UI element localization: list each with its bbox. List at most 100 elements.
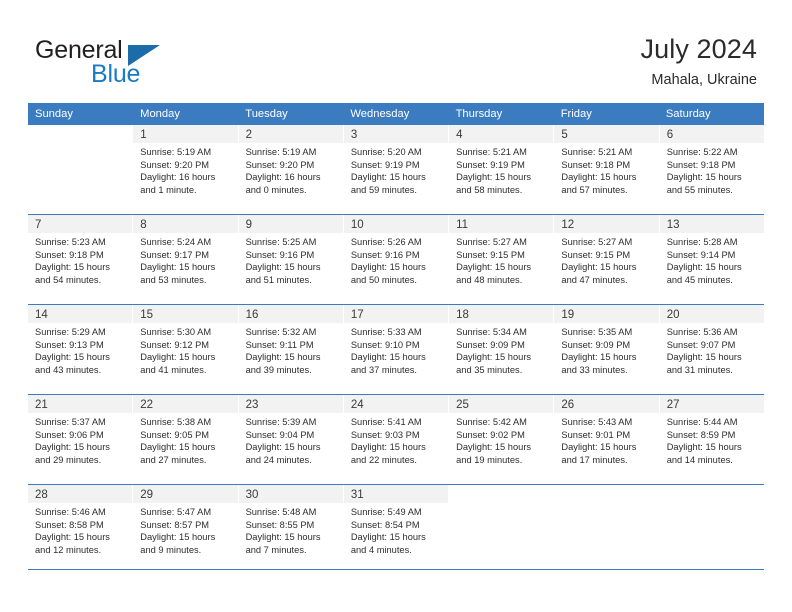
day-number: 16 [245, 309, 259, 321]
day-cell[interactable]: 2 Sunrise: 5:19 AM Sunset: 9:20 PM Dayli… [238, 125, 344, 214]
weekday-header-friday: Friday [560, 108, 592, 120]
day-number: 13 [666, 219, 680, 231]
daylight-text: Daylight: 15 hours and 29 minutes. [35, 442, 110, 465]
day-details: Sunrise: 5:44 AM Sunset: 8:59 PM Dayligh… [660, 413, 764, 466]
day-cell[interactable]: 16 Sunrise: 5:32 AM Sunset: 9:11 PM Dayl… [238, 305, 344, 394]
sunset-text: Sunset: 9:09 PM [561, 339, 631, 350]
sunset-text: Sunset: 9:06 PM [35, 429, 104, 440]
sunset-text: Sunset: 9:18 PM [561, 159, 631, 170]
sunset-text: Sunset: 9:04 PM [245, 429, 315, 440]
day-cell[interactable]: 29 Sunrise: 5:47 AM Sunset: 8:57 PM Dayl… [133, 485, 239, 569]
day-cell[interactable]: 30 Sunrise: 5:48 AM Sunset: 8:55 PM Dayl… [238, 485, 344, 569]
day-cell[interactable]: 15 Sunrise: 5:30 AM Sunset: 9:12 PM Dayl… [133, 305, 239, 394]
day-cell[interactable]: 25 Sunrise: 5:42 AM Sunset: 9:02 PM Dayl… [449, 395, 555, 484]
day-details: Sunrise: 5:27 AM Sunset: 9:15 PM Dayligh… [554, 233, 658, 286]
sunset-text: Sunset: 9:01 PM [561, 429, 631, 440]
sunrise-text: Sunrise: 5:19 AM [140, 147, 212, 157]
sunrise-text: Sunrise: 5:24 AM [140, 237, 212, 247]
day-details: Sunrise: 5:24 AM Sunset: 9:17 PM Dayligh… [133, 233, 237, 286]
day-cell[interactable]: 4 Sunrise: 5:21 AM Sunset: 9:19 PM Dayli… [449, 125, 555, 214]
day-cell[interactable]: 6 Sunrise: 5:22 AM Sunset: 9:18 PM Dayli… [659, 125, 764, 214]
day-number: 11 [456, 219, 469, 231]
sunset-text: Sunset: 9:18 PM [666, 159, 736, 170]
day-cell[interactable]: 21 Sunrise: 5:37 AM Sunset: 9:06 PM Dayl… [28, 395, 134, 484]
day-cell[interactable]: 12 Sunrise: 5:27 AM Sunset: 9:15 PM Dayl… [554, 215, 660, 304]
day-cell[interactable]: 3 Sunrise: 5:20 AM Sunset: 9:19 PM Dayli… [343, 125, 450, 214]
sunrise-text: Sunrise: 5:46 AM [35, 507, 106, 517]
day-number: 21 [35, 399, 48, 411]
day-cell[interactable]: 14 Sunrise: 5:29 AM Sunset: 9:13 PM Dayl… [28, 305, 134, 394]
sunrise-text: Sunrise: 5:28 AM [666, 237, 738, 247]
daylight-text: Daylight: 15 hours and 47 minutes. [561, 262, 637, 285]
day-number: 8 [140, 219, 147, 231]
weekday-header-wednesday: Wednesday [350, 108, 410, 120]
day-cell[interactable]: 20 Sunrise: 5:36 AM Sunset: 9:07 PM Dayl… [659, 305, 764, 394]
day-number: 29 [140, 489, 154, 501]
day-number: 22 [140, 399, 154, 411]
sunset-text: Sunset: 9:12 PM [140, 339, 210, 350]
sunrise-text: Sunrise: 5:49 AM [350, 507, 422, 517]
sunrise-text: Sunrise: 5:19 AM [245, 147, 317, 157]
day-number: 12 [561, 219, 575, 231]
calendar-week-row: 14 Sunrise: 5:29 AM Sunset: 9:13 PM Dayl… [28, 305, 764, 395]
day-cell[interactable]: 23 Sunrise: 5:39 AM Sunset: 9:04 PM Dayl… [238, 395, 344, 484]
day-number: 10 [350, 219, 364, 231]
sunrise-text: Sunrise: 5:30 AM [140, 327, 212, 337]
day-cell[interactable]: 17 Sunrise: 5:33 AM Sunset: 9:10 PM Dayl… [343, 305, 450, 394]
daylight-text: Daylight: 15 hours and 59 minutes. [350, 172, 426, 195]
day-number: 4 [456, 129, 463, 141]
calendar-week-row: 21 Sunrise: 5:37 AM Sunset: 9:06 PM Dayl… [28, 395, 764, 485]
sunset-text: Sunset: 9:14 PM [666, 249, 736, 260]
daylight-text: Daylight: 15 hours and 17 minutes. [561, 442, 637, 465]
day-details: Sunrise: 5:27 AM Sunset: 9:15 PM Dayligh… [449, 233, 553, 286]
day-cell [659, 485, 764, 569]
day-number: 25 [456, 399, 469, 411]
day-cell[interactable]: 26 Sunrise: 5:43 AM Sunset: 9:01 PM Dayl… [554, 395, 660, 484]
day-cell [554, 485, 660, 569]
daylight-text: Daylight: 15 hours and 54 minutes. [35, 262, 110, 285]
day-cell[interactable]: 22 Sunrise: 5:38 AM Sunset: 9:05 PM Dayl… [133, 395, 239, 484]
day-details: Sunrise: 5:34 AM Sunset: 9:09 PM Dayligh… [449, 323, 553, 376]
day-cell[interactable]: 11 Sunrise: 5:27 AM Sunset: 9:15 PM Dayl… [449, 215, 555, 304]
daylight-text: Daylight: 15 hours and 37 minutes. [350, 352, 426, 375]
day-details: Sunrise: 5:21 AM Sunset: 9:18 PM Dayligh… [554, 143, 658, 196]
sunset-text: Sunset: 9:09 PM [456, 339, 525, 350]
day-cell[interactable]: 5 Sunrise: 5:21 AM Sunset: 9:18 PM Dayli… [554, 125, 660, 214]
daylight-text: Daylight: 15 hours and 55 minutes. [666, 172, 742, 195]
sunset-text: Sunset: 9:07 PM [666, 339, 736, 350]
day-number: 31 [350, 489, 364, 501]
day-cell[interactable]: 1 Sunrise: 5:19 AM Sunset: 9:20 PM Dayli… [133, 125, 239, 214]
day-details: Sunrise: 5:42 AM Sunset: 9:02 PM Dayligh… [449, 413, 553, 466]
daylight-text: Daylight: 16 hours and 0 minutes. [245, 172, 321, 195]
day-details: Sunrise: 5:19 AM Sunset: 9:20 PM Dayligh… [239, 143, 343, 196]
sunset-text: Sunset: 9:19 PM [350, 159, 420, 170]
day-cell[interactable]: 7 Sunrise: 5:23 AM Sunset: 9:18 PM Dayli… [28, 215, 134, 304]
calendar-grid: Sunday Monday Tuesday Wednesday Thursday… [28, 103, 764, 570]
page-header: General Blue July 2024 Mahala, Ukraine [0, 0, 792, 103]
day-cell[interactable]: 10 Sunrise: 5:26 AM Sunset: 9:16 PM Dayl… [343, 215, 450, 304]
daylight-text: Daylight: 15 hours and 31 minutes. [666, 352, 742, 375]
daylight-text: Daylight: 15 hours and 9 minutes. [140, 532, 216, 555]
day-details: Sunrise: 5:19 AM Sunset: 9:20 PM Dayligh… [133, 143, 237, 196]
day-cell[interactable]: 24 Sunrise: 5:41 AM Sunset: 9:03 PM Dayl… [343, 395, 450, 484]
sunset-text: Sunset: 8:55 PM [245, 519, 315, 530]
day-cell [449, 485, 555, 569]
day-cell[interactable]: 8 Sunrise: 5:24 AM Sunset: 9:17 PM Dayli… [133, 215, 239, 304]
sunrise-text: Sunrise: 5:38 AM [140, 417, 212, 427]
daylight-text: Daylight: 15 hours and 33 minutes. [561, 352, 637, 375]
day-cell[interactable]: 18 Sunrise: 5:34 AM Sunset: 9:09 PM Dayl… [449, 305, 555, 394]
sunset-text: Sunset: 9:17 PM [140, 249, 210, 260]
day-cell[interactable]: 28 Sunrise: 5:46 AM Sunset: 8:58 PM Dayl… [28, 485, 134, 569]
sunset-text: Sunset: 8:58 PM [35, 519, 104, 530]
calendar-page: General Blue July 2024 Mahala, Ukraine S… [0, 0, 792, 612]
day-details: Sunrise: 5:30 AM Sunset: 9:12 PM Dayligh… [133, 323, 237, 376]
day-cell[interactable]: 19 Sunrise: 5:35 AM Sunset: 9:09 PM Dayl… [554, 305, 660, 394]
weekday-header-tuesday: Tuesday [245, 108, 288, 120]
daylight-text: Daylight: 15 hours and 22 minutes. [350, 442, 426, 465]
brand-logo[interactable]: General Blue [35, 36, 235, 88]
day-cell[interactable]: 13 Sunrise: 5:28 AM Sunset: 9:14 PM Dayl… [659, 215, 764, 304]
day-cell[interactable]: 31 Sunrise: 5:49 AM Sunset: 8:54 PM Dayl… [343, 485, 450, 569]
day-cell[interactable]: 9 Sunrise: 5:25 AM Sunset: 9:16 PM Dayli… [238, 215, 344, 304]
day-cell[interactable]: 27 Sunrise: 5:44 AM Sunset: 8:59 PM Dayl… [659, 395, 764, 484]
sunrise-text: Sunrise: 5:25 AM [245, 237, 317, 247]
